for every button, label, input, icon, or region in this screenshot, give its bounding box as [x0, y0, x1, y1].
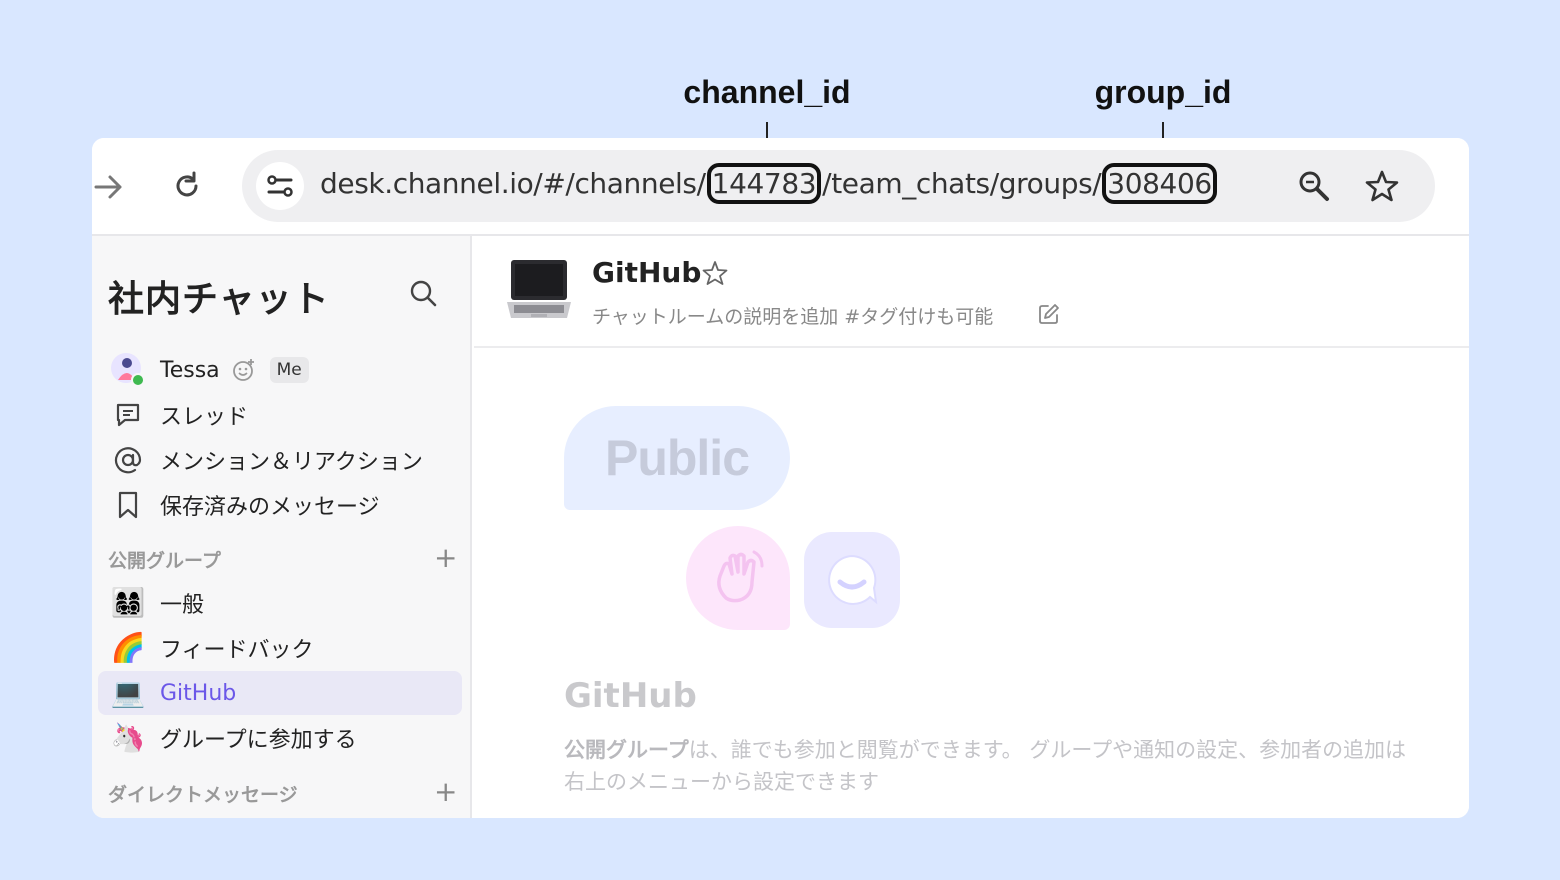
mention-icon	[108, 440, 148, 480]
site-info-icon[interactable]	[256, 162, 304, 210]
address-bar[interactable]: desk.channel.io/#/channels/144783/team_c…	[242, 150, 1435, 222]
laptop-emoji-icon: 💻	[110, 676, 146, 709]
welcome-bold: 公開グループ	[564, 738, 689, 762]
direct-messages-heading: ダイレクトメッセージ	[108, 784, 298, 806]
browser-window: desk.channel.io/#/channels/144783/team_c…	[92, 138, 1469, 818]
reload-icon[interactable]	[166, 165, 208, 207]
bookmark-icon	[108, 485, 148, 525]
rainbow-emoji-icon: 🌈	[110, 631, 146, 664]
sidebar-item-threads[interactable]: スレッド	[98, 393, 462, 437]
url-prefix: desk.channel.io/#/channels/	[320, 167, 706, 200]
channel-header: GitHub チャットルームの説明を追加 #タグ付けも可能	[474, 236, 1469, 348]
url-group-id: 308406	[1102, 163, 1217, 204]
zoom-icon[interactable]	[1294, 166, 1334, 206]
sidebar-item-feedback[interactable]: 🌈 フィードバック	[98, 626, 462, 670]
add-group-plus-icon[interactable]: +	[434, 544, 457, 572]
edit-description-icon[interactable]	[1037, 302, 1061, 330]
forward-arrow-icon[interactable]	[92, 167, 126, 207]
avatar	[108, 350, 148, 390]
channel-title: GitHub	[592, 256, 702, 289]
welcome-description: 公開グループは、誰でも参加と閲覧ができます。 グループや通知の設定、参加者の追加…	[564, 734, 1414, 798]
search-icon[interactable]	[408, 278, 438, 312]
wave-hand-icon	[686, 526, 790, 630]
welcome-text: は、誰でも参加と閲覧ができます。 グループや通知の設定、参加者の追加は右上のメニ…	[564, 738, 1407, 794]
url-text[interactable]: desk.channel.io/#/channels/144783/team_c…	[320, 163, 1218, 204]
sidebar-item-join-group[interactable]: 🦄 グループに参加する	[98, 716, 462, 760]
channel-id-annotation: channel_id	[683, 74, 851, 110]
chat-smile-icon	[804, 532, 900, 628]
sidebar-item-label: グループに参加する	[160, 728, 357, 753]
family-emoji-icon: 👩‍👩‍👧‍👦	[110, 586, 146, 619]
me-badge: Me	[269, 357, 309, 383]
unicorn-emoji-icon: 🦄	[110, 721, 146, 754]
sidebar-item-label: メンション＆リアクション	[160, 450, 423, 475]
sidebar-item-github[interactable]: 💻 GitHub	[98, 671, 462, 715]
sidebar-item-saved-messages[interactable]: 保存済みのメッセージ	[98, 483, 462, 527]
public-groups-heading: 公開グループ	[108, 550, 221, 572]
add-status-icon[interactable]	[232, 358, 256, 382]
favorite-star-icon[interactable]	[702, 260, 728, 290]
thread-icon	[108, 395, 148, 435]
url-middle: /team_chats/groups/	[822, 167, 1102, 200]
sidebar-item-label: スレッド	[160, 405, 249, 430]
sidebar-item-mentions[interactable]: メンション＆リアクション	[98, 438, 462, 482]
url-channel-id: 144783	[706, 163, 822, 204]
workspace-title: 社内チャット	[108, 279, 330, 320]
channel-main: GitHub チャットルームの説明を追加 #タグ付けも可能 Public Git…	[474, 236, 1469, 818]
bookmark-star-icon[interactable]	[1362, 166, 1402, 206]
sidebar-item-general[interactable]: 👩‍👩‍👧‍👦 一般	[98, 581, 462, 625]
sidebar: 社内チャット Tessa Me スレッド メンション＆リアクション 保存済みのメ…	[92, 236, 472, 818]
sidebar-item-label: 保存済みのメッセージ	[160, 495, 380, 520]
channel-description[interactable]: チャットルームの説明を追加 #タグ付けも可能	[592, 302, 993, 329]
user-name: Tessa	[160, 357, 220, 383]
sidebar-item-label: GitHub	[160, 680, 237, 706]
browser-toolbar: desk.channel.io/#/channels/144783/team_c…	[92, 138, 1469, 236]
welcome-title: GitHub	[564, 676, 697, 716]
sidebar-item-label: 一般	[160, 593, 205, 618]
sidebar-item-label: フィードバック	[160, 638, 314, 663]
add-dm-plus-icon[interactable]: +	[434, 778, 457, 806]
group-id-annotation: group_id	[1094, 74, 1232, 110]
public-badge: Public	[564, 406, 790, 510]
sidebar-item-user[interactable]: Tessa Me	[98, 348, 462, 392]
laptop-icon	[504, 254, 574, 328]
